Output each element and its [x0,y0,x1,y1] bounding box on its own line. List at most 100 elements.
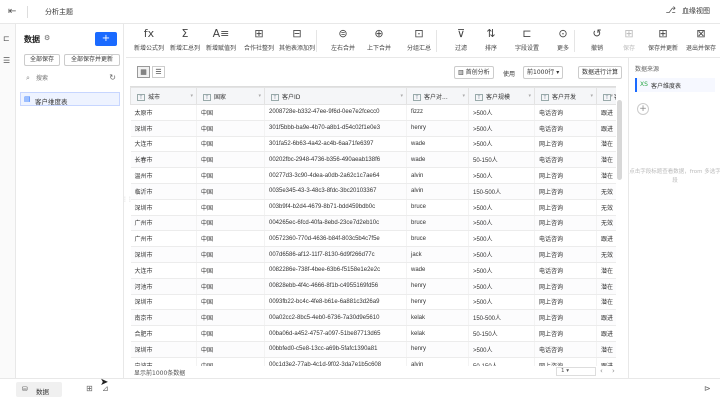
table-cell[interactable]: 跟进 [596,120,616,137]
table-row[interactable]: 大连市 中国 0082286e-738f-4bee-63b6-f5158e1e2e2… [130,262,616,279]
table-cell[interactable]: 中国 [196,120,265,137]
add-component-icon[interactable]: ⊞ [86,384,93,393]
table-row[interactable]: 广州市 中国 004265ec-6fcd-40fa-8ebd-23ce7d2eb10… [130,215,616,232]
table-cell[interactable]: 301f5bbb-ba9e-4b70-a8b1-d54c02f1e0e3 [264,120,407,137]
add-data-button[interactable]: + [95,32,117,46]
table-cell[interactable]: 大连市 [130,136,197,153]
table-cell[interactable]: 中国 [196,278,265,295]
table-cell[interactable]: 临沂市 [130,183,197,200]
table-cell[interactable]: 网上咨询 [534,183,597,200]
data-list-item[interactable]: ▤ 客户维度表 [20,92,120,106]
table-row[interactable]: 深圳市 中国 007d6586-af12-11f7-8130-6d9f266d77c… [130,246,616,263]
table-cell[interactable]: 中国 [196,136,265,153]
column-header[interactable]: T 客户对... ▾ [406,87,469,105]
table-cell[interactable]: 网上咨询 [534,294,597,311]
column-menu-icon[interactable]: ▾ [190,93,193,99]
table-cell[interactable]: 潜在 [596,136,616,153]
other-table-column-button[interactable]: ⊟ 其他表添加列 [278,27,316,52]
add-source-button[interactable]: + [637,103,649,115]
column-header[interactable]: T 客户ID ▾ [264,87,407,105]
column-menu-icon[interactable]: ▾ [462,93,465,99]
table-cell[interactable]: >500人 [468,341,535,358]
table-cell[interactable]: 网上咨询 [534,199,597,216]
lineage-view-button[interactable]: ⎇ 血缘视图 [666,6,710,16]
table-cell[interactable]: alvin [406,183,469,200]
table-cell[interactable]: bruce [406,230,469,248]
table-cell[interactable]: 0035e345-43-3-48c3-8fdc-3bc20103367 [264,183,407,200]
table-cell[interactable]: 宁波市 [130,357,197,366]
table-cell[interactable]: 大连市 [130,262,197,279]
page-select[interactable]: 1 ▾ [556,367,596,376]
table-cell[interactable]: 00202fbc-2948-4736-b356-490aeab138f6 [264,151,407,169]
column-menu-icon[interactable]: ▾ [610,93,613,99]
table-cell[interactable]: 00572360-770d-4636-b84f-803c5b4c7f5e [264,230,407,248]
table-cell[interactable]: 电话咨询 [534,120,597,137]
vertical-scrollbar[interactable] [617,100,622,180]
refresh-icon[interactable]: ↻ [109,73,116,82]
table-cell[interactable]: 00a02cc2-8bc5-4eb0-6736-7a30d9e5610 [264,309,407,327]
table-cell[interactable]: alvin [406,167,469,184]
table-cell[interactable]: 河池市 [130,278,197,295]
table-cell[interactable]: 50-150人 [468,357,535,366]
table-cell[interactable]: 潜在 [596,294,616,311]
table-cell[interactable]: 中国 [196,151,265,169]
column-header[interactable]: T 城市 ▾ [130,87,197,105]
table-cell[interactable]: 深圳市 [130,199,197,216]
column-header[interactable]: T 客户开发 ▾ [534,87,597,105]
forward-icon[interactable]: ⊳ [704,384,711,393]
table-cell[interactable]: >500人 [468,104,535,121]
table-cell[interactable]: >500人 [468,120,535,137]
table-cell[interactable]: 中国 [196,199,265,216]
table-cell[interactable]: henry [406,120,469,137]
table-cell[interactable]: 合肥市 [130,325,197,342]
table-cell[interactable]: 电话咨询 [534,262,597,279]
table-cell[interactable]: kelak [406,309,469,327]
table-cell[interactable]: 网上咨询 [534,325,597,342]
table-row[interactable]: 深圳市 中国 301f5bbb-ba9e-4b70-a8b1-d54c02f1e0e… [130,120,616,137]
table-cell[interactable]: bruce [406,199,469,216]
new-assign-column-button[interactable]: A≡ 新增赋值列 [202,27,240,52]
next-page-icon[interactable]: › [612,367,615,375]
table-cell[interactable]: >500人 [468,167,535,184]
field-settings-button[interactable]: ⊏ 字段设置 [508,27,546,52]
table-cell[interactable]: >500人 [468,136,535,153]
table-row[interactable]: 深圳市 中国 003b9f4-b2d4-4679-8b71-bdd459bdb0c b… [130,199,616,216]
table-cell[interactable]: 网上咨询 [534,357,597,366]
column-menu-icon[interactable]: ▾ [258,93,261,99]
table-cell[interactable]: henry [406,294,469,311]
table-cell[interactable]: 50-150人 [468,325,535,342]
table-cell[interactable]: 无效 [596,199,616,216]
table-cell[interactable]: 50-150人 [468,151,535,169]
column-header[interactable]: T客▾ [596,87,616,105]
table-cell[interactable]: 无效 [596,183,616,200]
table-cell[interactable]: 跟进 [596,309,616,327]
table-cell[interactable]: 网上咨询 [534,246,597,263]
table-cell[interactable]: 跟进 [596,357,616,366]
exit-and-save-button[interactable]: ⊠ 退出并保存 [682,27,720,52]
table-row[interactable]: 长春市 中国 00202fbc-2948-4736-b356-490aeab138f… [130,151,616,169]
table-cell[interactable]: 00ba06d-a452-4757-a097-51be87713d65 [264,325,407,342]
table-cell[interactable]: 网上咨询 [534,167,597,184]
table-cell[interactable]: 007d6586-af12-11f7-8130-6d9f266d77c [264,246,407,263]
search-input[interactable] [36,72,96,85]
table-cell[interactable]: >500人 [468,294,535,311]
table-cell[interactable]: 跟进 [596,230,616,248]
table-cell[interactable]: 网上咨询 [534,215,597,232]
table-cell[interactable]: 无效 [596,246,616,263]
table-row[interactable]: 广州市 中国 00572360-770d-4636-b84f-803c5b4c7f5… [130,230,616,248]
table-cell[interactable]: 中国 [196,294,265,311]
table-cell[interactable]: wade [406,151,469,169]
table-cell[interactable]: wade [406,136,469,153]
collapse-panel-icon[interactable]: ⊏ [3,34,10,43]
table-cell[interactable]: 0093fb22-bc4c-4fe8-b61e-6a881c3d26a9 [264,294,407,311]
table-cell[interactable]: 温州市 [130,167,197,184]
column-menu-icon[interactable]: ▾ [590,93,593,99]
up-down-merge-button[interactable]: ⊕ 上下合并 [360,27,398,52]
save-all-update-button[interactable]: 全部保存并更新 [64,54,120,66]
sort-button[interactable]: ⇅ 排序 [472,27,510,52]
table-cell[interactable]: >500人 [468,230,535,248]
table-cell[interactable]: 中国 [196,325,265,342]
table-cell[interactable]: henry [406,278,469,295]
table-cell[interactable]: bruce [406,215,469,232]
table-cell[interactable]: alvin [406,357,469,366]
